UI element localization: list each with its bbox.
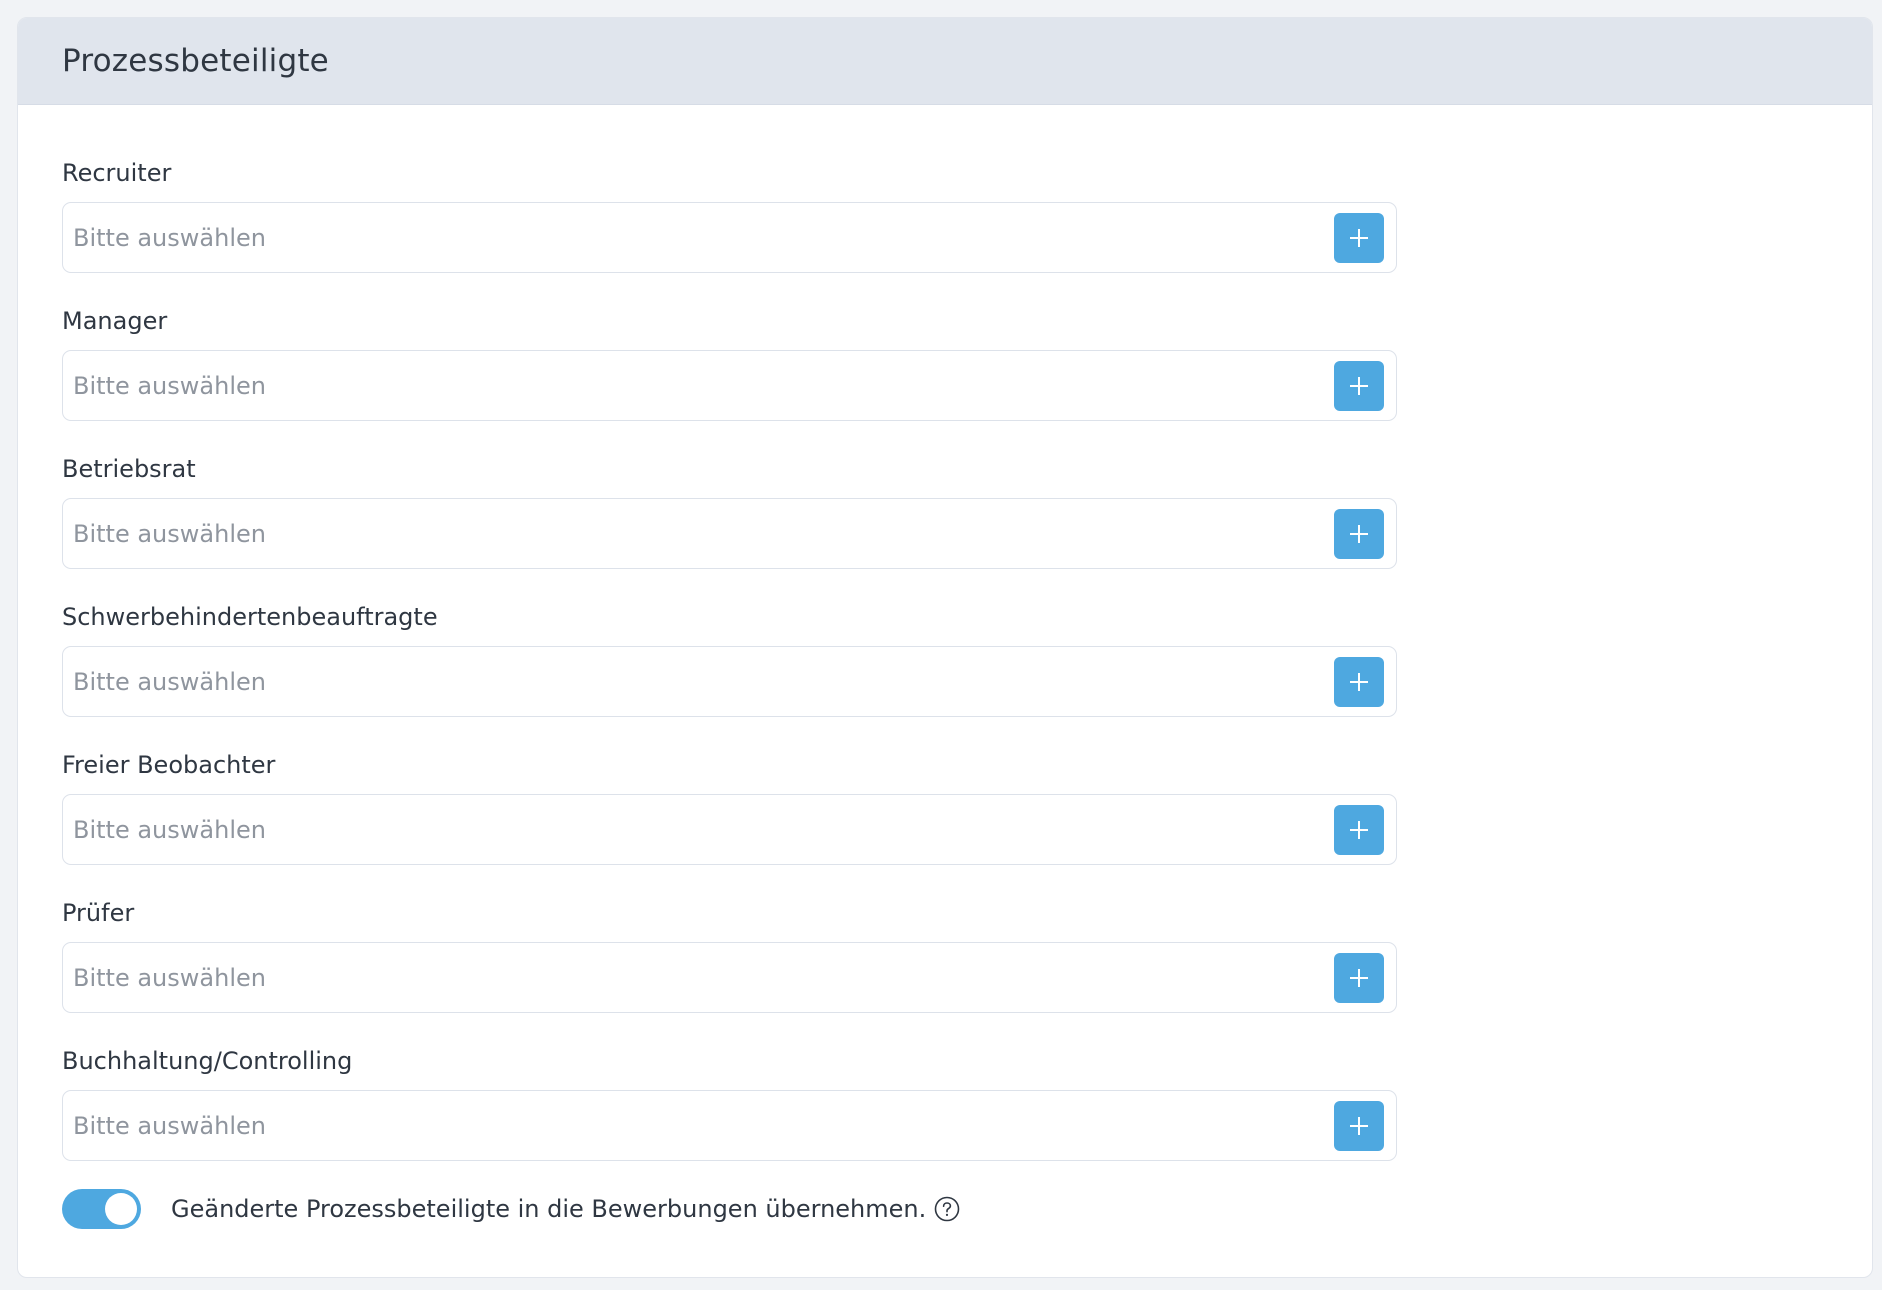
add-reviewer-button[interactable] [1334,952,1384,1003]
works-council-select-input[interactable] [63,498,1334,569]
card-title: Prozessbeteiligte [62,43,329,79]
field-label-free-observer: Freier Beobachter [62,751,276,779]
select-box-accounting-controlling [62,1090,1397,1161]
field-label-reviewer: Prüfer [62,899,135,927]
field-label-accounting-controlling: Buchhaltung/Controlling [62,1047,353,1075]
apply-changes-toggle[interactable] [62,1189,141,1229]
add-disability-representative-button[interactable] [1334,656,1384,707]
accounting-controlling-select-input[interactable] [63,1090,1334,1161]
apply-changes-row: Geänderte Prozessbeteiligte in die Bewer… [62,1189,960,1229]
plus-icon [1350,968,1368,987]
select-box-recruiter [62,202,1397,273]
select-box-manager [62,350,1397,421]
select-box-reviewer [62,942,1397,1013]
participant-field-list: Recruiter Manager Betriebsrat [62,146,1399,1182]
process-participants-card: Prozessbeteiligte Recruiter Manager Betr… [17,17,1873,1278]
plus-icon [1350,376,1368,395]
card-header: Prozessbeteiligte [18,18,1872,105]
add-works-council-button[interactable] [1334,508,1384,559]
manager-select-input[interactable] [63,350,1334,421]
toggle-knob [105,1193,137,1225]
field-label-recruiter: Recruiter [62,159,172,187]
add-free-observer-button[interactable] [1334,804,1384,855]
plus-icon [1350,228,1368,247]
add-recruiter-button[interactable] [1334,212,1384,263]
question-circle-icon[interactable] [934,1196,960,1222]
disability-representative-select-input[interactable] [63,646,1334,717]
field-recruiter: Recruiter [62,146,1399,294]
field-label-works-council: Betriebsrat [62,455,196,483]
field-label-manager: Manager [62,307,168,335]
select-box-works-council [62,498,1397,569]
plus-icon [1350,524,1368,543]
apply-changes-label: Geänderte Prozessbeteiligte in die Bewer… [171,1195,927,1223]
select-box-disability-representative [62,646,1397,717]
field-manager: Manager [62,294,1399,442]
field-works-council: Betriebsrat [62,442,1399,590]
plus-icon [1350,672,1368,691]
field-free-observer: Freier Beobachter [62,738,1399,886]
field-disability-representative: Schwerbehindertenbeauftragte [62,590,1399,738]
add-manager-button[interactable] [1334,360,1384,411]
add-accounting-controlling-button[interactable] [1334,1100,1384,1151]
plus-icon [1350,1116,1368,1135]
select-box-free-observer [62,794,1397,865]
free-observer-select-input[interactable] [63,794,1334,865]
recruiter-select-input[interactable] [63,202,1334,273]
plus-icon [1350,820,1368,839]
field-reviewer: Prüfer [62,886,1399,1034]
field-accounting-controlling: Buchhaltung/Controlling [62,1034,1399,1182]
field-label-disability-representative: Schwerbehindertenbeauftragte [62,603,438,631]
reviewer-select-input[interactable] [63,942,1334,1013]
